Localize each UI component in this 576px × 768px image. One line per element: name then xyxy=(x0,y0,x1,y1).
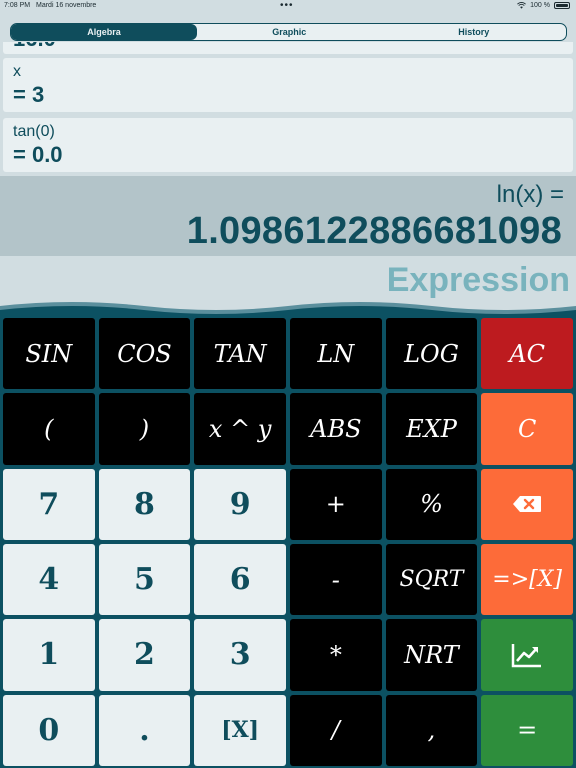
multiply-button[interactable]: * xyxy=(289,619,382,691)
decimal-point-button[interactable]: . xyxy=(98,694,191,766)
open-paren-button[interactable]: ( xyxy=(3,393,95,465)
history-result: = 0.0 xyxy=(13,142,63,167)
graph-button[interactable] xyxy=(481,619,573,691)
digit-4-button[interactable]: 4 xyxy=(3,544,95,616)
digit-3-button[interactable]: 3 xyxy=(194,619,286,691)
abs-button[interactable]: ABS xyxy=(289,393,382,465)
battery-percent: 100 % xyxy=(530,2,550,9)
history-result: 16.0 xyxy=(13,42,56,52)
close-paren-button[interactable]: ) xyxy=(98,393,191,465)
expression-placeholder: Expression xyxy=(386,261,570,299)
power-button[interactable]: x ^ y xyxy=(194,393,286,465)
assign-variable-button[interactable]: =>[X] xyxy=(481,544,573,616)
multitasking-dots-icon[interactable]: ••• xyxy=(280,0,294,11)
plus-button[interactable]: + xyxy=(289,468,382,540)
minus-button[interactable]: - xyxy=(289,544,382,616)
current-expression: ln(x) = xyxy=(496,181,564,208)
digit-5-button[interactable]: 5 xyxy=(98,544,191,616)
history-item[interactable]: x = 3 xyxy=(3,58,573,112)
percent-button[interactable]: % xyxy=(385,468,478,540)
backspace-button[interactable] xyxy=(481,468,573,540)
ln-button[interactable]: LN xyxy=(289,318,382,390)
sqrt-button[interactable]: SQRT xyxy=(385,544,478,616)
status-time: 7:08 PM xyxy=(4,2,31,9)
digit-6-button[interactable]: 6 xyxy=(194,544,286,616)
digit-8-button[interactable]: 8 xyxy=(98,468,191,540)
variable-x-button[interactable]: [X] xyxy=(194,694,286,766)
divide-button[interactable]: / xyxy=(289,694,382,766)
mode-tabs: Algebra Graphic History xyxy=(10,23,567,41)
history-result: = 3 xyxy=(13,82,45,107)
battery-icon xyxy=(554,2,570,9)
current-result: 1.0986122886681098 xyxy=(186,210,562,252)
history-expression: x xyxy=(13,63,21,80)
all-clear-button[interactable]: AC xyxy=(481,318,573,390)
history-item[interactable]: 16.0 xyxy=(3,42,573,54)
history-list[interactable]: 16.0 x = 3 tan(0) = 0.0 xyxy=(0,42,576,176)
result-display: ln(x) = 1.0986122886681098 xyxy=(0,176,576,256)
chart-line-icon xyxy=(511,643,542,668)
clear-button[interactable]: C xyxy=(481,393,573,465)
status-bar: 7:08 PM Mardi 16 novembre ••• 100 % xyxy=(0,0,576,14)
backspace-icon xyxy=(513,496,542,513)
digit-2-button[interactable]: 2 xyxy=(98,619,191,691)
digit-7-button[interactable]: 7 xyxy=(3,468,95,540)
log-button[interactable]: LOG xyxy=(385,318,478,390)
digit-9-button[interactable]: 9 xyxy=(194,468,286,540)
tab-history[interactable]: History xyxy=(382,24,567,40)
equals-button[interactable]: = xyxy=(481,694,573,766)
wifi-icon xyxy=(517,2,527,9)
history-expression: tan(0) xyxy=(13,123,55,140)
nrt-button[interactable]: NRT xyxy=(385,619,478,691)
status-indicators: 100 % xyxy=(517,2,570,9)
status-date: Mardi 16 novembre xyxy=(36,2,97,9)
keypad: SIN COS TAN LN LOG AC ( ) x ^ y ABS EXP … xyxy=(0,314,576,768)
digit-1-button[interactable]: 1 xyxy=(3,619,95,691)
tab-algebra[interactable]: Algebra xyxy=(11,24,197,40)
cos-button[interactable]: COS xyxy=(98,318,191,390)
exp-button[interactable]: EXP xyxy=(385,393,478,465)
sin-button[interactable]: SIN xyxy=(3,318,95,390)
digit-0-button[interactable]: 0 xyxy=(3,694,95,766)
tan-button[interactable]: TAN xyxy=(194,318,286,390)
comma-button[interactable]: , xyxy=(385,694,478,766)
tab-graphic[interactable]: Graphic xyxy=(197,24,382,40)
history-item[interactable]: tan(0) = 0.0 xyxy=(3,118,573,172)
